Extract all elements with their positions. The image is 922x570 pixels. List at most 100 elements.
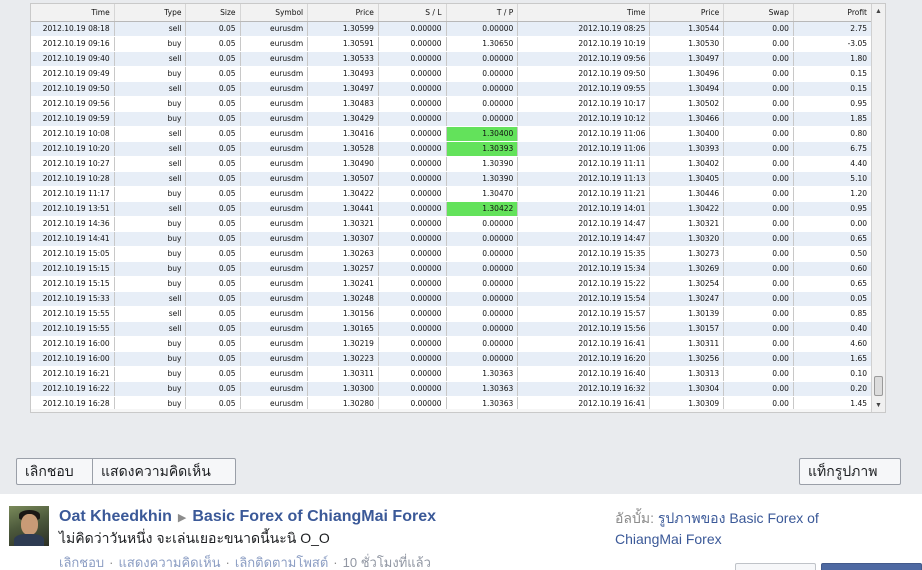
col-time-cell: 2012.10.19 15:55 <box>31 306 115 322</box>
table-row[interactable]: 2012.10.19 09:40 sell 0.05 eurusdm 1.30533 0.… <box>31 51 873 67</box>
table-row[interactable]: 2012.10.19 15:55 sell 0.05 eurusdm 1.30156 0.… <box>31 306 873 322</box>
col-size-cell: 0.05 <box>185 276 241 292</box>
col-symbol-cell: eurusdm <box>240 126 309 142</box>
unfollow-post-link[interactable]: เลิกติดตามโพสต์ <box>235 555 328 570</box>
scroll-down-arrow-icon[interactable]: ▼ <box>872 400 885 412</box>
col-tp-cell: 0.00000 <box>446 66 519 82</box>
tag-photo-button[interactable]: แท็กรูปภาพ <box>799 458 901 485</box>
col-price-cell: 1.30263 <box>307 246 379 262</box>
col-price-cell: 1.30483 <box>307 96 379 112</box>
col-swap-header[interactable]: Swap <box>723 4 794 22</box>
col-time-cell: 2012.10.19 14:36 <box>31 216 115 232</box>
col-close-price-cell: 1.30247 <box>649 291 725 307</box>
col-close-time-header[interactable]: Time <box>528 4 651 22</box>
col-symbol-header[interactable]: Symbol <box>240 4 309 22</box>
col-price-cell: 1.30493 <box>307 66 379 82</box>
table-row[interactable]: 2012.10.19 15:33 sell 0.05 eurusdm 1.30248 0.… <box>31 291 873 307</box>
table-row[interactable]: 2012.10.19 10:20 sell 0.05 eurusdm 1.30528 0.… <box>31 141 873 157</box>
col-size-cell: 0.05 <box>185 321 241 337</box>
table-row[interactable]: 2012.10.19 15:15 buy 0.05 eurusdm 1.30257 0.0… <box>31 261 873 277</box>
col-swap-cell: 0.00 <box>723 186 794 202</box>
col-type-cell: sell <box>114 201 187 217</box>
col-time-header[interactable]: Time <box>31 4 115 22</box>
col-type-header[interactable]: Type <box>114 4 187 22</box>
col-profit-cell: 0.95 <box>793 96 873 112</box>
table-row[interactable]: 2012.10.19 16:00 buy 0.05 eurusdm 1.30223 0.0… <box>31 351 873 367</box>
comment-photo-button[interactable]: แสดงความคิดเห็น <box>92 458 236 485</box>
table-row[interactable]: 2012.10.19 16:22 buy 0.05 eurusdm 1.30300 0.0… <box>31 381 873 397</box>
partial-primary-button[interactable] <box>821 563 922 570</box>
col-tp-cell: 1.30422 <box>446 201 519 217</box>
col-time-cell: 2012.10.19 15:33 <box>31 291 115 307</box>
unlike-post-link[interactable]: เลิกชอบ <box>59 555 104 570</box>
table-scrollbar[interactable]: ▲ ▼ <box>871 4 885 412</box>
table-row[interactable]: 2012.10.19 14:36 buy 0.05 eurusdm 1.30321 0.0… <box>31 216 873 232</box>
col-time-cell: 2012.10.19 15:55 <box>31 321 115 337</box>
col-tp-cell: 0.00000 <box>446 306 519 322</box>
col-type-cell: buy <box>114 261 187 277</box>
table-row[interactable]: 2012.10.19 09:50 sell 0.05 eurusdm 1.30497 0.… <box>31 81 873 97</box>
col-symbol-cell: eurusdm <box>240 201 309 217</box>
col-gap-header[interactable] <box>517 4 529 22</box>
col-swap-cell: 0.00 <box>723 291 794 307</box>
col-profit-cell: 4.60 <box>793 336 873 352</box>
col-close-time-cell: 2012.10.19 10:19 <box>528 36 651 52</box>
col-swap-cell: 0.00 <box>723 351 794 367</box>
col-price-header[interactable]: Price <box>307 4 379 22</box>
table-row[interactable]: 2012.10.19 15:55 sell 0.05 eurusdm 1.30165 0.… <box>31 321 873 337</box>
table-row[interactable]: 2012.10.19 11:17 buy 0.05 eurusdm 1.30422 0.0… <box>31 186 873 202</box>
table-row[interactable]: 2012.10.19 09:59 buy 0.05 eurusdm 1.30429 0.0… <box>31 111 873 127</box>
col-price-cell: 1.30507 <box>307 171 379 187</box>
table-row[interactable]: 2012.10.19 16:21 buy 0.05 eurusdm 1.30311 0.0… <box>31 366 873 382</box>
unlike-photo-button[interactable]: เลิกชอบ <box>16 458 93 485</box>
table-row[interactable]: 2012.10.19 08:18 sell 0.05 eurusdm 1.30599 0.… <box>31 21 873 37</box>
col-gap-cell <box>517 21 529 37</box>
comment-post-link[interactable]: แสดงความคิดเห็น <box>119 555 221 570</box>
scroll-thumb[interactable] <box>874 376 883 396</box>
col-profit-header[interactable]: Profit <box>793 4 873 22</box>
col-profit-cell: 0.60 <box>793 261 873 277</box>
table-row[interactable]: 2012.10.19 10:08 sell 0.05 eurusdm 1.30416 0.… <box>31 126 873 142</box>
col-symbol-cell: eurusdm <box>240 51 309 67</box>
col-type-cell: sell <box>114 81 187 97</box>
col-symbol-cell: eurusdm <box>240 321 309 337</box>
partial-button[interactable] <box>735 563 816 570</box>
avatar[interactable] <box>9 506 49 546</box>
table-row[interactable]: 2012.10.19 09:49 buy 0.05 eurusdm 1.30493 0.0… <box>31 66 873 82</box>
table-row[interactable]: 2012.10.19 15:15 buy 0.05 eurusdm 1.30241 0.0… <box>31 276 873 292</box>
col-size-cell: 0.05 <box>185 51 241 67</box>
col-gap-cell <box>517 96 529 112</box>
table-row[interactable]: 2012.10.19 10:28 sell 0.05 eurusdm 1.30507 0.… <box>31 171 873 187</box>
author-name-link[interactable]: Oat Kheedkhin <box>59 508 172 525</box>
group-name-link[interactable]: Basic Forex of ChiangMai Forex <box>192 508 436 525</box>
col-gap-cell <box>517 201 529 217</box>
col-price-cell: 1.30248 <box>307 291 379 307</box>
col-close-price-cell: 1.30269 <box>649 261 725 277</box>
table-row[interactable]: 2012.10.19 13:51 sell 0.05 eurusdm 1.30441 0.… <box>31 201 873 217</box>
col-sl-cell: 0.00000 <box>378 261 447 277</box>
scroll-up-arrow-icon[interactable]: ▲ <box>872 6 885 18</box>
table-row[interactable]: 2012.10.19 15:05 buy 0.05 eurusdm 1.30263 0.0… <box>31 246 873 262</box>
col-time-cell: 2012.10.19 10:27 <box>31 156 115 172</box>
col-close-time-cell: 2012.10.19 15:22 <box>528 276 651 292</box>
album-link-line2[interactable]: ChiangMai Forex <box>615 531 722 547</box>
col-swap-cell: 0.00 <box>723 276 794 292</box>
col-profit-cell: 6.75 <box>793 141 873 157</box>
album-link-line1[interactable]: รูปภาพของ Basic Forex of <box>658 510 819 526</box>
post-timestamp[interactable]: 10 ชั่วโมงที่แล้ว <box>343 555 431 570</box>
table-row[interactable]: 2012.10.19 10:27 sell 0.05 eurusdm 1.30490 0.… <box>31 156 873 172</box>
table-row[interactable]: 2012.10.19 16:00 buy 0.05 eurusdm 1.30219 0.0… <box>31 336 873 352</box>
col-sl-header[interactable]: S / L <box>378 4 447 22</box>
table-row[interactable]: 2012.10.19 09:16 buy 0.05 eurusdm 1.30591 0.0… <box>31 36 873 52</box>
table-row[interactable]: 2012.10.19 09:56 buy 0.05 eurusdm 1.30483 0.0… <box>31 96 873 112</box>
col-size-cell: 0.05 <box>185 141 241 157</box>
col-size-header[interactable]: Size <box>185 4 241 22</box>
table-body: 2012.10.19 08:18 sell 0.05 eurusdm 1.30599 0.… <box>31 21 873 412</box>
col-tp-cell: 1.30650 <box>446 36 519 52</box>
col-tp-header[interactable]: T / P <box>446 4 519 22</box>
col-close-price-cell: 1.30304 <box>649 381 725 397</box>
col-close-price-header[interactable]: Price <box>649 4 725 22</box>
table-row[interactable]: 2012.10.19 14:41 buy 0.05 eurusdm 1.30307 0.0… <box>31 231 873 247</box>
col-gap-cell <box>517 126 529 142</box>
col-gap-cell <box>517 156 529 172</box>
